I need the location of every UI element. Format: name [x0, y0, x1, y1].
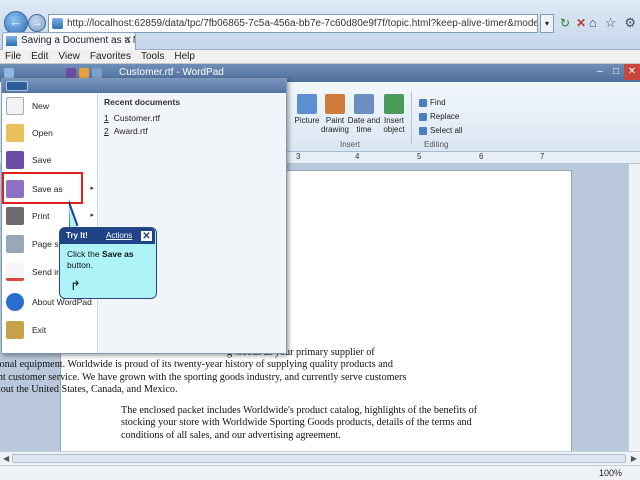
date-time-button[interactable]: Date and time — [347, 94, 381, 134]
recent-item[interactable]: 2 Award.rtf — [104, 126, 148, 136]
quick-save-icon[interactable] — [66, 68, 76, 78]
stop-icon[interactable]: ✕ — [574, 14, 588, 33]
print-icon — [6, 207, 24, 225]
find-icon — [419, 98, 427, 107]
browser-toolbar: ← → http://localhost:62859/data/tpc/7fb0… — [0, 0, 640, 50]
menu-item-new[interactable]: New — [6, 94, 96, 118]
save-icon — [6, 151, 24, 169]
page-icon — [52, 18, 63, 29]
quick-undo-icon[interactable] — [79, 68, 89, 78]
object-icon — [384, 94, 404, 114]
replace-icon — [419, 112, 427, 121]
file-menu-header — [2, 79, 286, 93]
menu-help[interactable]: Help — [169, 50, 200, 63]
select-all-button[interactable]: Select all — [419, 126, 462, 135]
menu-file[interactable]: File — [0, 50, 26, 63]
url-text: http://localhost:62859/data/tpc/7fb06865… — [67, 18, 538, 29]
file-menu: New Open Save Save as ▸ Print ▸ Page set… — [1, 78, 287, 354]
refresh-icon[interactable]: ↻ — [556, 14, 574, 33]
zoom-level[interactable]: 100% — [599, 468, 622, 478]
callout-header: Try It! Actions ✕ — [60, 228, 155, 244]
settings-gear-icon[interactable]: ⚙ — [624, 15, 636, 31]
paragraph-2: The enclosed packet includes Worldwide's… — [121, 405, 478, 441]
callout-close-icon[interactable]: ✕ — [140, 230, 153, 242]
menu-item-save[interactable]: Save — [6, 148, 96, 172]
about-icon — [6, 293, 24, 311]
vertical-scrollbar[interactable] — [628, 164, 640, 451]
address-bar[interactable]: http://localhost:62859/data/tpc/7fb06865… — [48, 14, 538, 33]
picture-icon — [297, 94, 317, 114]
replace-button[interactable]: Replace — [419, 112, 459, 121]
menu-edit[interactable]: Edit — [26, 50, 53, 63]
tab-page-icon — [6, 36, 17, 46]
callout-title: Try It! — [66, 231, 88, 240]
minimize-button[interactable]: – — [592, 64, 608, 80]
ruler-mark: 4 — [355, 152, 360, 161]
forward-button[interactable]: → — [28, 14, 46, 32]
browser-tab[interactable]: Saving a Document as a Ne... ✕ — [2, 32, 136, 50]
insert-group-label: Insert — [340, 140, 361, 149]
insert-object-button[interactable]: Insert object — [377, 94, 411, 134]
recent-documents-panel: Recent documents 1 Customer.rtf 2 Award.rt… — [99, 93, 286, 353]
address-dropdown[interactable]: ▾ — [540, 14, 554, 33]
paragraph-1: g Goods as your primary supplier of recr… — [0, 347, 407, 395]
browser-tool-icons: ⌂ ☆ ⚙ — [589, 15, 636, 31]
find-button[interactable]: Find — [419, 98, 446, 107]
editing-group-label: Editing — [424, 140, 449, 149]
close-button[interactable]: ✕ — [624, 64, 640, 80]
tab-close-icon[interactable]: ✕ — [124, 33, 132, 49]
callout-actions-link[interactable]: Actions — [106, 228, 132, 244]
next-step-icon[interactable]: ↱ — [70, 278, 81, 294]
menu-item-print[interactable]: Print ▸ — [6, 204, 96, 228]
file-menu-commands: New Open Save Save as ▸ Print ▸ Page set… — [2, 93, 98, 353]
quick-redo-icon[interactable] — [92, 68, 102, 78]
ruler-mark: 5 — [417, 152, 422, 161]
ruler-mark: 6 — [479, 152, 484, 161]
try-it-callout: Try It! Actions ✕ Click the Save as butt… — [59, 227, 157, 299]
favorites-icon[interactable]: ☆ — [605, 15, 617, 31]
menu-item-exit[interactable]: Exit — [6, 318, 96, 342]
select-all-icon — [419, 126, 427, 135]
send-icon — [6, 263, 24, 281]
file-menu-button[interactable] — [6, 81, 28, 91]
tab-title: Saving a Document as a Ne... — [21, 35, 135, 46]
page-setup-icon — [6, 235, 24, 253]
menu-item-open[interactable]: Open — [6, 121, 96, 145]
ribbon-separator — [411, 92, 412, 144]
exit-icon — [6, 321, 24, 339]
scroll-thumb[interactable] — [12, 454, 626, 463]
scroll-right-icon[interactable]: ▶ — [631, 454, 637, 463]
recent-documents-title: Recent documents — [104, 97, 181, 107]
horizontal-scrollbar[interactable]: ◀ ▶ — [0, 451, 640, 465]
open-icon — [6, 124, 24, 142]
submenu-arrow-icon: ▸ — [90, 185, 94, 192]
maximize-button[interactable]: □ — [608, 64, 624, 80]
recent-item[interactable]: 1 Customer.rtf — [104, 113, 160, 123]
menu-tools[interactable]: Tools — [136, 50, 169, 63]
ruler-mark: 7 — [540, 152, 545, 161]
wordpad-app-icon — [4, 68, 14, 78]
save-as-highlight — [2, 172, 83, 204]
home-icon[interactable]: ⌂ — [589, 15, 597, 31]
status-bar: 100% — [0, 465, 640, 480]
submenu-arrow-icon: ▸ — [90, 212, 94, 219]
browser-menubar: File Edit View Favorites Tools Help — [0, 50, 640, 64]
calendar-icon — [354, 94, 374, 114]
callout-instruction: Click the Save as button. — [67, 249, 134, 270]
new-icon — [6, 97, 24, 115]
paint-icon — [325, 94, 345, 114]
scroll-left-icon[interactable]: ◀ — [3, 454, 9, 463]
ruler-mark: 3 — [296, 152, 301, 161]
menu-favorites[interactable]: Favorites — [85, 50, 136, 63]
menu-view[interactable]: View — [53, 50, 85, 63]
